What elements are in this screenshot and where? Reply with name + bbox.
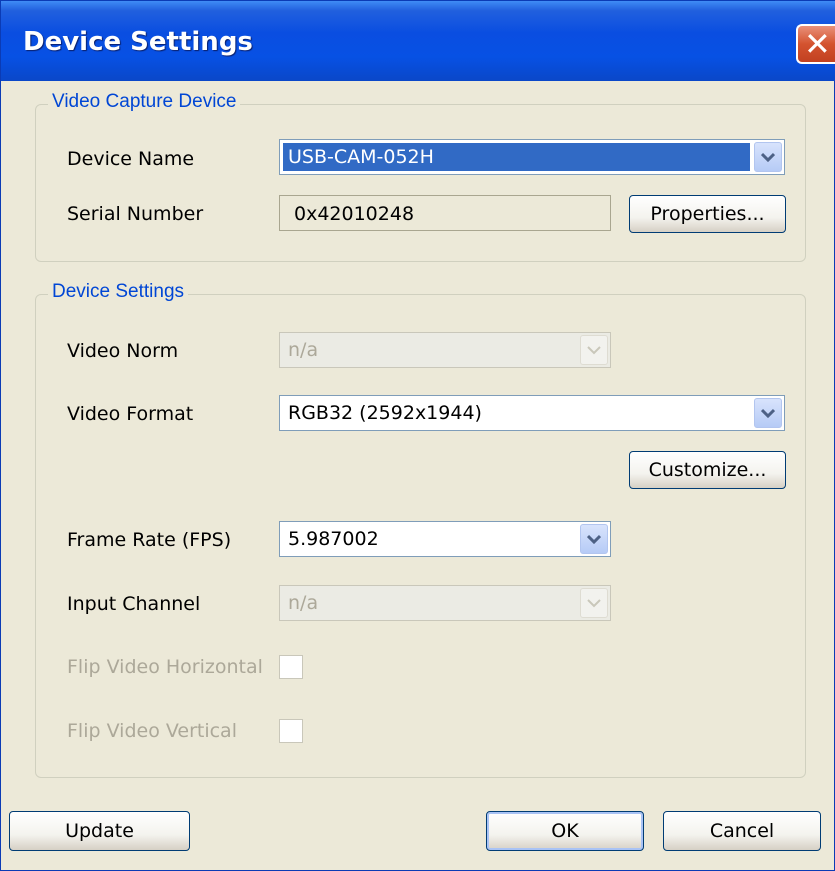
input-channel-select: n/a <box>279 585 611 621</box>
flip-vertical-label: Flip Video Vertical <box>67 720 237 742</box>
input-channel-value: n/a <box>288 592 319 614</box>
video-capture-device-group: Video Capture Device <box>35 91 806 262</box>
flip-horizontal-checkbox <box>279 655 303 679</box>
close-icon: ✕ <box>804 25 831 63</box>
chevron-down-icon <box>761 408 775 418</box>
device-name-label: Device Name <box>67 148 195 170</box>
window-title: Device Settings <box>23 27 253 57</box>
device-name-dropdown-button[interactable] <box>754 142 782 172</box>
close-button[interactable]: ✕ <box>796 24 835 64</box>
serial-number-field: 0x42010248 <box>279 195 611 231</box>
video-format-select[interactable]: RGB32 (2592x1944) <box>279 395 785 431</box>
ok-button[interactable]: OK <box>486 811 644 851</box>
serial-number-value: 0x42010248 <box>294 203 415 225</box>
serial-number-label: Serial Number <box>67 203 204 225</box>
flip-vertical-checkbox <box>279 719 303 743</box>
frame-rate-value: 5.987002 <box>288 528 379 550</box>
video-norm-select: n/a <box>279 332 611 368</box>
video-norm-dropdown-button <box>580 335 608 365</box>
group-title-settings: Device Settings <box>48 281 189 303</box>
video-norm-label: Video Norm <box>67 340 179 362</box>
group-title-capture: Video Capture Device <box>48 91 241 113</box>
device-name-select[interactable]: USB-CAM-052H <box>279 139 785 175</box>
frame-rate-select[interactable]: 5.987002 <box>279 521 611 557</box>
flip-horizontal-label: Flip Video Horizontal <box>67 656 263 678</box>
input-channel-dropdown-button <box>580 588 608 618</box>
device-name-value: USB-CAM-052H <box>288 146 434 168</box>
video-format-dropdown-button[interactable] <box>754 398 782 428</box>
update-button[interactable]: Update <box>9 811 190 851</box>
properties-button[interactable]: Properties... <box>629 195 786 233</box>
chevron-down-icon <box>587 534 601 544</box>
video-format-label: Video Format <box>67 403 194 425</box>
frame-rate-label: Frame Rate (FPS) <box>67 529 232 551</box>
title-bar[interactable]: Device Settings ✕ <box>1 1 835 81</box>
video-format-value: RGB32 (2592x1944) <box>288 402 482 424</box>
customize-button[interactable]: Customize... <box>629 451 786 489</box>
chevron-down-icon <box>587 346 601 355</box>
chevron-down-icon <box>587 599 601 608</box>
frame-rate-dropdown-button[interactable] <box>580 524 608 554</box>
cancel-button[interactable]: Cancel <box>663 811 821 851</box>
video-norm-value: n/a <box>288 339 319 361</box>
input-channel-label: Input Channel <box>67 593 201 615</box>
chevron-down-icon <box>761 152 775 162</box>
device-settings-dialog: Device Settings ✕ Video Capture Device D… <box>0 0 835 871</box>
